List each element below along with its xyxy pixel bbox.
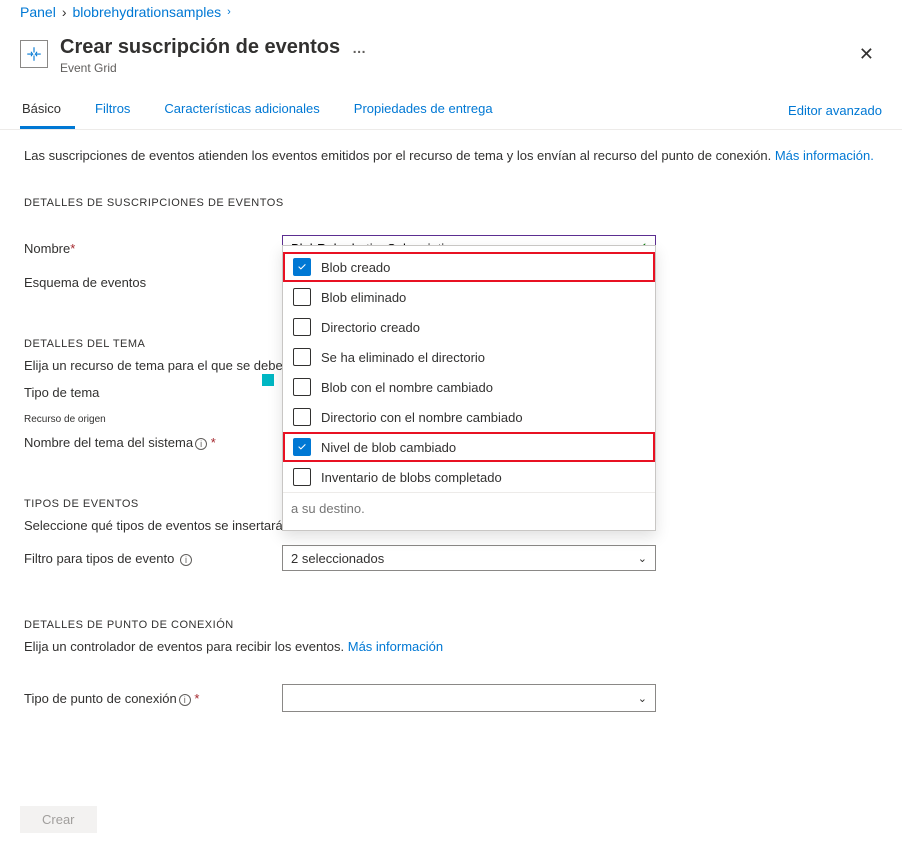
chevron-right-icon: › <box>227 6 231 18</box>
checkbox[interactable] <box>293 258 311 276</box>
checkbox[interactable] <box>293 378 311 396</box>
tab-bar: Básico Filtros Características adicional… <box>0 91 902 130</box>
event-type-option-label: Directorio con el nombre cambiado <box>321 410 523 425</box>
event-type-option[interactable]: Directorio con el nombre cambiado <box>283 402 655 432</box>
event-type-option[interactable]: Directorio creado <box>283 312 655 342</box>
label-system-topic-name: Nombre del tema del sistemai * <box>24 435 282 450</box>
info-icon[interactable]: i <box>195 438 207 450</box>
more-actions-button[interactable]: … <box>352 40 368 56</box>
endpoint-more-link[interactable]: Más información <box>348 639 443 654</box>
event-type-option[interactable]: Se ha eliminado el directorio <box>283 342 655 372</box>
tab-basic[interactable]: Básico <box>20 91 75 129</box>
advanced-editor-link[interactable]: Editor avanzado <box>788 93 882 128</box>
info-icon[interactable]: i <box>179 694 191 706</box>
checkbox[interactable] <box>293 468 311 486</box>
create-button[interactable]: Crear <box>20 806 97 833</box>
decorative-bar <box>262 374 274 386</box>
event-type-search-input[interactable] <box>291 497 647 520</box>
event-type-filter-summary: 2 seleccionados <box>291 551 384 566</box>
checkbox[interactable] <box>293 438 311 456</box>
tab-delivery[interactable]: Propiedades de entrega <box>352 91 507 129</box>
label-name: Nombre* <box>24 241 282 256</box>
intro-text: Las suscripciones de eventos atienden lo… <box>24 148 878 163</box>
close-button[interactable]: ✕ <box>859 44 874 65</box>
event-type-option[interactable]: Blob creado <box>283 252 655 282</box>
section-heading-endpoint: DETALLES DE PUNTO DE CONEXIÓN <box>24 619 878 631</box>
event-type-option[interactable]: Inventario de blobs completado <box>283 462 655 492</box>
checkbox[interactable] <box>293 288 311 306</box>
event-type-option-label: Blob creado <box>321 260 390 275</box>
label-source-resource: Recurso de origen <box>24 414 282 425</box>
label-event-type-filter: Filtro para tipos de evento i <box>24 551 282 566</box>
checkbox[interactable] <box>293 408 311 426</box>
section-heading-subscription: DETALLES DE SUSCRIPCIONES DE EVENTOS <box>24 197 878 209</box>
event-type-option-label: Blob eliminado <box>321 290 406 305</box>
info-icon[interactable]: i <box>180 554 192 566</box>
event-grid-icon <box>20 40 48 68</box>
page-subtitle: Event Grid <box>60 61 882 75</box>
event-type-option-label: Inventario de blobs completado <box>321 470 502 485</box>
event-type-option-label: Directorio creado <box>321 320 420 335</box>
label-event-schema: Esquema de eventos <box>24 275 282 290</box>
event-type-option[interactable]: Nivel de blob cambiado <box>283 432 655 462</box>
event-type-option[interactable]: Blob eliminado <box>283 282 655 312</box>
section-sub-endpoint: Elija un controlador de eventos para rec… <box>24 639 878 654</box>
event-type-option[interactable]: Blob con el nombre cambiado <box>283 372 655 402</box>
event-type-filter-select[interactable]: 2 seleccionados ⌄ <box>282 545 656 571</box>
event-types-dropdown[interactable]: Blob creado Blob eliminado Directorio crea… <box>282 245 656 531</box>
tab-filters[interactable]: Filtros <box>93 91 144 129</box>
checkbox[interactable] <box>293 348 311 366</box>
tab-additional[interactable]: Características adicionales <box>162 91 333 129</box>
breadcrumb-panel[interactable]: Panel <box>20 4 56 20</box>
event-type-option-label: Se ha eliminado el directorio <box>321 350 485 365</box>
chevron-down-icon: ⌄ <box>638 692 647 705</box>
breadcrumb-resource[interactable]: blobrehydrationsamples <box>72 4 221 20</box>
event-type-option-label: Blob con el nombre cambiado <box>321 380 493 395</box>
chevron-right-icon: › <box>62 4 67 20</box>
event-type-option-label: Nivel de blob cambiado <box>321 440 456 455</box>
page-title: Crear suscripción de eventos <box>60 36 340 59</box>
chevron-down-icon: ⌄ <box>638 552 647 565</box>
label-topic-type: Tipo de tema <box>24 385 282 400</box>
label-endpoint-type: Tipo de punto de conexióni * <box>24 691 282 706</box>
endpoint-type-select[interactable]: ⌄ <box>282 684 656 712</box>
checkbox[interactable] <box>293 318 311 336</box>
intro-more-link[interactable]: Más información. <box>775 148 874 163</box>
